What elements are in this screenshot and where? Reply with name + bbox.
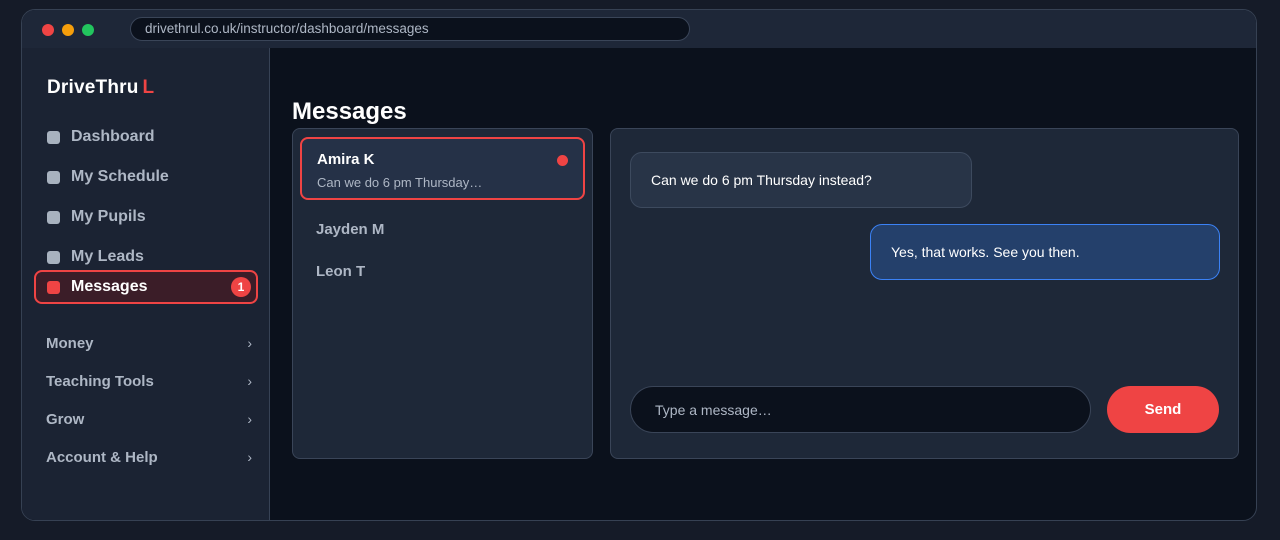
outgoing-message-bubble: Yes, that works. See you then. <box>870 224 1220 280</box>
close-window-dot[interactable] <box>42 24 54 36</box>
pupils-icon <box>47 211 60 224</box>
dashboard-icon <box>47 131 60 144</box>
sidebar-group-money[interactable]: Money › <box>46 333 252 357</box>
sidebar-item-label: My Leads <box>71 248 144 265</box>
sidebar-group-label: Teaching Tools <box>46 373 154 390</box>
chevron-right-icon: › <box>247 411 252 427</box>
sidebar-group-grow[interactable]: Grow › <box>46 409 252 433</box>
chevron-right-icon: › <box>247 335 252 351</box>
incoming-message-bubble: Can we do 6 pm Thursday instead? <box>630 152 972 208</box>
conversation-item-active[interactable]: Amira K Can we do 6 pm Thursday… <box>300 137 585 200</box>
conversation-preview: Can we do 6 pm Thursday… <box>317 175 483 190</box>
unread-dot-icon <box>557 155 568 166</box>
message-input[interactable]: Type a message… <box>630 386 1091 433</box>
page-title: Messages <box>292 98 407 125</box>
brand-logo[interactable]: DriveThru L <box>47 77 154 99</box>
unread-count-badge: 1 <box>231 277 251 297</box>
schedule-icon <box>47 171 60 184</box>
sidebar-item-messages[interactable]: Messages 1 <box>34 270 258 304</box>
sidebar: DriveThru L Dashboard My Schedule My Pupi… <box>22 48 270 520</box>
chevron-right-icon: › <box>247 449 252 465</box>
brand-name: DriveThru <box>47 77 139 98</box>
conversation-list: Amira K Can we do 6 pm Thursday… Jayden … <box>292 128 593 459</box>
sidebar-group-label: Money <box>46 335 94 352</box>
sidebar-item-label: My Pupils <box>71 208 146 225</box>
send-button[interactable]: Send <box>1107 386 1219 433</box>
chevron-right-icon: › <box>247 373 252 389</box>
address-bar[interactable]: drivethrul.co.uk/instructor/dashboard/me… <box>130 17 690 41</box>
conversation-item[interactable]: Jayden M <box>316 221 384 238</box>
browser-titlebar: drivethrul.co.uk/instructor/dashboard/me… <box>22 10 1256 48</box>
sidebar-group-label: Account & Help <box>46 449 158 466</box>
conversation-name: Amira K <box>317 151 375 168</box>
sidebar-item-my-leads[interactable]: My Leads <box>34 240 258 274</box>
sidebar-item-label: My Schedule <box>71 168 169 185</box>
sidebar-group-account-help[interactable]: Account & Help › <box>46 447 252 471</box>
leads-icon <box>47 251 60 264</box>
messages-icon <box>47 281 60 294</box>
browser-window: drivethrul.co.uk/instructor/dashboard/me… <box>21 9 1257 521</box>
sidebar-item-label: Messages <box>71 278 148 295</box>
sidebar-item-dashboard[interactable]: Dashboard <box>34 120 258 154</box>
chat-panel: Can we do 6 pm Thursday instead? Yes, th… <box>610 128 1239 459</box>
brand-accent: L <box>142 77 155 98</box>
sidebar-group-teaching-tools[interactable]: Teaching Tools › <box>46 371 252 395</box>
sidebar-group-label: Grow <box>46 411 85 428</box>
conversation-item[interactable]: Leon T <box>316 263 365 280</box>
sidebar-item-label: Dashboard <box>71 128 155 145</box>
maximize-window-dot[interactable] <box>82 24 94 36</box>
sidebar-item-my-pupils[interactable]: My Pupils <box>34 200 258 234</box>
sidebar-item-my-schedule[interactable]: My Schedule <box>34 160 258 194</box>
minimize-window-dot[interactable] <box>62 24 74 36</box>
